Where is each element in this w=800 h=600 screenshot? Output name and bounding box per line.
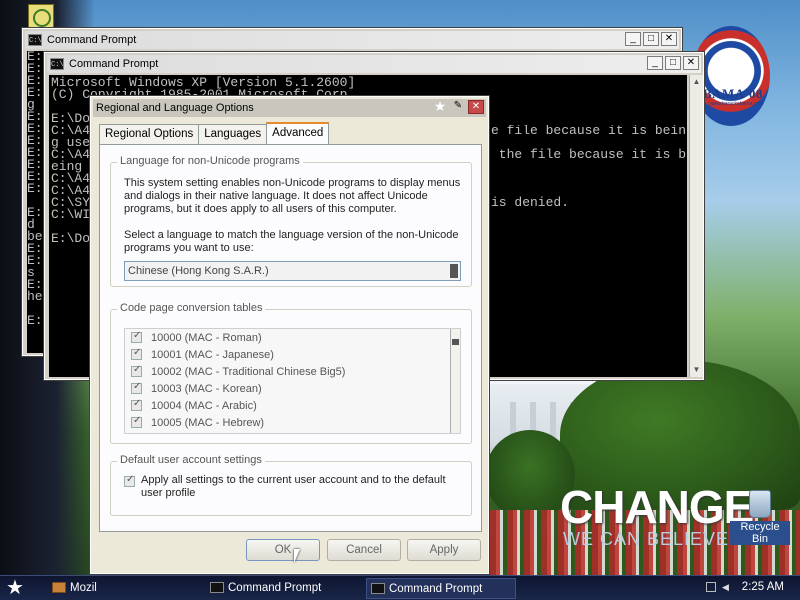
dialog-title-bar[interactable]: Regional and Language Options ★ ✎ ✕ [93, 99, 486, 117]
codepage-list-item[interactable]: 10001 (MAC - Japanese) [125, 346, 460, 363]
cancel-button[interactable]: Cancel [327, 539, 401, 561]
scroll-down-icon[interactable]: ▼ [690, 363, 703, 377]
start-star-icon[interactable]: ★ [6, 578, 28, 598]
campaign-logo-text: BAMA'08 [703, 86, 763, 101]
codepage-list-item[interactable]: 10003 (MAC - Korean) [125, 380, 460, 397]
codepage-label: 10005 (MAC - Hebrew) [151, 416, 265, 429]
recycle-bin[interactable]: Recycle Bin [730, 490, 790, 545]
recycle-bin-label: Recycle Bin [730, 521, 790, 545]
close-button[interactable]: ✕ [683, 56, 699, 70]
codepage-checkbox[interactable] [131, 330, 142, 343]
codepage-label: 10003 (MAC - Korean) [151, 382, 262, 395]
codepage-label: 10001 (MAC - Japanese) [151, 348, 274, 361]
tab-strip: Regional Options Languages Advanced [99, 122, 330, 144]
codepage-group: Code page conversion tables 10000 (MAC -… [110, 302, 472, 444]
title-bar[interactable]: C:\ Command Prompt _ □ ✕ [25, 31, 679, 49]
codepage-list-item[interactable]: 10004 (MAC - Arabic) [125, 397, 460, 414]
language-select-value: Chinese (Hong Kong S.A.R.) [128, 265, 269, 277]
close-button[interactable]: ✕ [468, 100, 484, 114]
codepage-checkbox[interactable] [131, 415, 142, 428]
console-line: is denied. [491, 195, 570, 210]
change-slogan: CHANGE [560, 481, 754, 533]
codepage-checkbox[interactable] [131, 398, 142, 411]
taskbar: ★ Mozil Command Prompt Command Prompt ◀ … [0, 575, 800, 600]
codepage-list-item[interactable]: 10002 (MAC - Traditional Chinese Big5) [125, 363, 460, 380]
tab-advanced[interactable]: Advanced [266, 122, 330, 144]
task-label: Command Prompt [389, 583, 483, 595]
codepage-scrollbar[interactable] [450, 329, 460, 433]
taskbar-item-mozilla[interactable]: Mozil [48, 578, 158, 599]
close-button[interactable]: ✕ [661, 32, 677, 46]
maximize-button[interactable]: □ [643, 32, 659, 46]
title-bar[interactable]: C:\ Command Prompt _ □ ✕ [47, 55, 701, 73]
network-icon[interactable] [706, 582, 716, 592]
ok-button[interactable]: OK [246, 539, 320, 561]
codepage-list-item[interactable]: 10000 (MAC - Roman) [125, 329, 460, 346]
console-icon [210, 582, 224, 593]
window-title: Command Prompt [69, 58, 159, 70]
codepage-group-label: Code page conversion tables [117, 302, 266, 314]
codepage-list[interactable]: 10000 (MAC - Roman) 10001 (MAC - Japanese… [124, 328, 461, 434]
campaign-logo-subtext: www.barackobama.com [710, 101, 764, 107]
clock: 2:25 AM [741, 581, 784, 593]
console-scrollbar[interactable]: ▲ ▼ [689, 75, 703, 377]
console-icon: C:\ [50, 58, 64, 70]
minimize-button[interactable]: _ [625, 32, 641, 46]
language-prompt: Select a language to match the language … [124, 229, 459, 254]
apply-button[interactable]: Apply [407, 539, 481, 561]
desktop-shortcut-icon[interactable] [28, 4, 54, 30]
codepage-label: 10002 (MAC - Traditional Chinese Big5) [151, 365, 346, 378]
tab-regional-options[interactable]: Regional Options [99, 124, 200, 144]
regional-language-dialog[interactable]: Regional and Language Options ★ ✎ ✕ Regi… [89, 95, 490, 575]
default-user-group: Default user account settings Apply all … [110, 454, 472, 516]
recycle-bin-icon [749, 490, 771, 518]
language-group-label: Language for non-Unicode programs [117, 155, 303, 167]
minimize-button[interactable]: _ [647, 56, 663, 70]
apply-all-checkbox[interactable] [124, 474, 135, 487]
browser-icon [52, 582, 66, 593]
taskbar-item-cmd-2[interactable]: Command Prompt [366, 578, 516, 599]
console-line: e file because it is bein [491, 125, 687, 138]
codepage-checkbox[interactable] [131, 347, 142, 360]
language-group: Language for non-Unicode programs This s… [110, 155, 472, 287]
console-icon [371, 583, 385, 594]
advanced-tab-panel: Language for non-Unicode programs This s… [99, 144, 482, 532]
volume-icon[interactable]: ◀ [722, 582, 732, 592]
mouse-cursor-icon [294, 549, 300, 563]
codepage-list-item[interactable]: 10005 (MAC - Hebrew) [125, 414, 460, 431]
codepage-checkbox[interactable] [131, 381, 142, 394]
language-select[interactable]: Chinese (Hong Kong S.A.R.) [124, 261, 461, 281]
task-label: Mozil [70, 582, 97, 594]
maximize-button[interactable]: □ [665, 56, 681, 70]
codepage-label: 10004 (MAC - Arabic) [151, 399, 257, 412]
scroll-up-icon[interactable]: ▲ [690, 75, 703, 89]
codepage-label: 10000 (MAC - Roman) [151, 331, 262, 344]
apply-all-label[interactable]: Apply all settings to the current user a… [141, 474, 461, 500]
default-user-group-label: Default user account settings [117, 454, 265, 466]
scroll-thumb[interactable] [452, 339, 459, 345]
codepage-checkbox[interactable] [131, 364, 142, 377]
language-description: This system setting enables non-Unicode … [124, 177, 461, 215]
change-subslogan: WE CAN BELIEVE IN [563, 529, 756, 549]
star-icon[interactable]: ★ [432, 99, 448, 114]
task-label: Command Prompt [228, 582, 322, 594]
tab-languages[interactable]: Languages [198, 124, 268, 144]
pin-icon[interactable]: ✎ [450, 100, 466, 114]
taskbar-item-cmd-1[interactable]: Command Prompt [206, 578, 356, 599]
console-icon: C:\ [28, 34, 42, 46]
console-line: the file because it is b [491, 147, 687, 162]
dialog-title: Regional and Language Options [96, 102, 254, 114]
window-title: Command Prompt [47, 34, 137, 46]
dropdown-icon[interactable] [450, 264, 458, 278]
console-output-right: e file because it is bein the file becau… [491, 125, 687, 225]
